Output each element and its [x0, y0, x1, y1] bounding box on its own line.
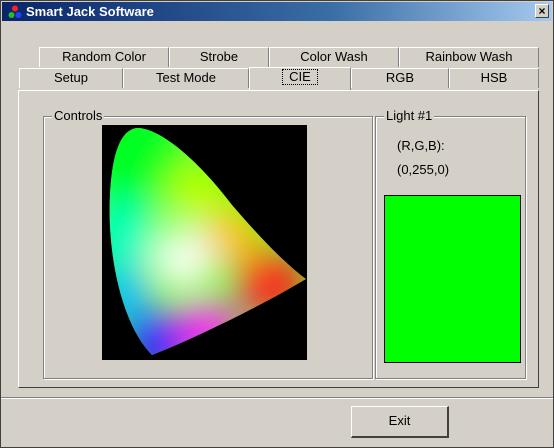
close-button[interactable]: × [535, 4, 549, 18]
controls-group-label: Controls [52, 108, 105, 123]
tab-label: CIE [282, 69, 318, 85]
tab-setup[interactable]: Setup [19, 68, 123, 88]
exit-button[interactable]: Exit [351, 406, 449, 438]
cie-diagram [109, 128, 306, 355]
light-group-label: Light #1 [384, 108, 435, 123]
close-icon: × [538, 4, 546, 18]
separator-highlight [1, 398, 553, 399]
tab-test-mode[interactable]: Test Mode [123, 68, 249, 88]
tab-label: Setup [54, 70, 88, 85]
tab-panel: Controls Light #1 (R,G,B): (0,255,0) [18, 90, 539, 388]
app-icon [8, 5, 22, 18]
rgb-value: (0,255,0) [397, 162, 450, 177]
tab-label: HSB [480, 70, 508, 85]
tab-hsb[interactable]: HSB [449, 68, 539, 88]
exit-button-label: Exit [388, 413, 411, 428]
tab-label: Rainbow Wash [425, 49, 513, 64]
cie-chromaticity-picker[interactable] [102, 125, 307, 360]
tab-rgb[interactable]: RGB [351, 68, 449, 88]
controls-group: Controls [43, 108, 373, 379]
tab-label: RGB [385, 70, 415, 85]
rgb-label: (R,G,B): [397, 138, 445, 153]
title-bar[interactable]: Smart Jack Software × [2, 2, 552, 21]
tab-label: Strobe [199, 49, 239, 64]
tab-label: Random Color [62, 49, 146, 64]
tab-label: Color Wash [300, 49, 368, 64]
tab-cie[interactable]: CIE [249, 67, 351, 90]
tab-color-wash[interactable]: Color Wash [269, 47, 399, 67]
tab-label: Test Mode [156, 70, 216, 85]
tab-random-color[interactable]: Random Color [39, 47, 169, 67]
tab-strobe[interactable]: Strobe [169, 47, 269, 67]
window-title: Smart Jack Software [26, 4, 154, 19]
light-color-swatch [384, 195, 521, 363]
main-window: Smart Jack Software × Random Color Strob… [0, 0, 554, 448]
tab-rainbow-wash[interactable]: Rainbow Wash [399, 47, 539, 67]
